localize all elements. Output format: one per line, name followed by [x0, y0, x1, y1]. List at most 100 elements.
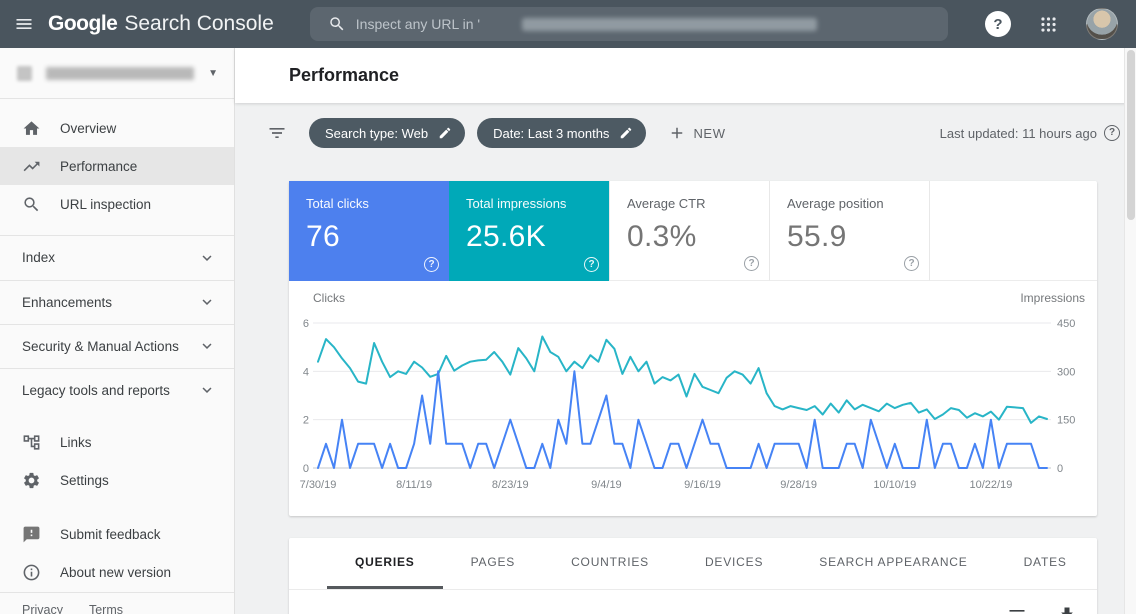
date-range-chip[interactable]: Date: Last 3 months: [477, 118, 646, 148]
page-title: Performance: [289, 65, 399, 86]
search-type-chip[interactable]: Search type: Web: [309, 118, 465, 148]
tab-dates[interactable]: DATES: [996, 538, 1095, 589]
app-header: Google Search Console ?: [0, 0, 1136, 48]
main-content: Performance Search type: Web Date: Last …: [235, 48, 1136, 614]
svg-text:0: 0: [1057, 463, 1063, 475]
section-label: Security & Manual Actions: [22, 339, 179, 354]
scrollbar[interactable]: [1124, 48, 1136, 614]
sidebar-section-security[interactable]: Security & Manual Actions: [0, 324, 234, 368]
sidebar-section-index[interactable]: Index: [0, 235, 234, 279]
report-content: Total clicks 76 ? Total impressions 25.6…: [235, 163, 1136, 614]
sidebar-item-label: Links: [60, 435, 92, 450]
property-selector[interactable]: ▼: [0, 48, 234, 99]
url-inspect-searchbox[interactable]: [310, 7, 948, 41]
sidebar-section-enhancements[interactable]: Enhancements: [0, 280, 234, 324]
section-label: Index: [22, 250, 55, 265]
help-circle-icon[interactable]: ?: [584, 257, 599, 272]
last-updated: Last updated: 11 hours ago ?: [940, 125, 1120, 141]
help-circle-icon[interactable]: ?: [904, 256, 919, 271]
svg-text:8/11/19: 8/11/19: [396, 479, 432, 491]
svg-text:Clicks: Clicks: [313, 291, 345, 305]
info-icon: [22, 563, 41, 582]
metric-label: Total impressions: [466, 196, 609, 211]
menu-icon[interactable]: [0, 0, 48, 48]
svg-text:300: 300: [1057, 366, 1075, 378]
filter-list-icon[interactable]: [267, 123, 287, 143]
search-icon: [328, 15, 346, 33]
page-titlebar: Performance: [235, 48, 1136, 103]
section-label: Enhancements: [22, 295, 112, 310]
last-updated-text: Last updated: 11 hours ago: [940, 126, 1097, 141]
new-filter-label: NEW: [693, 126, 725, 141]
sidebar-item-label: About new version: [60, 565, 171, 580]
metric-label: Average CTR: [627, 196, 769, 211]
metric-value: 76: [306, 220, 449, 254]
app-logo[interactable]: Google Search Console: [48, 12, 274, 36]
chevron-down-icon: ▼: [208, 68, 218, 79]
chevron-down-icon: [198, 249, 216, 267]
svg-text:450: 450: [1057, 318, 1075, 330]
sidebar-item-url-inspection[interactable]: URL inspection: [0, 185, 234, 223]
chevron-down-icon: [198, 337, 216, 355]
svg-text:9/16/19: 9/16/19: [684, 479, 721, 491]
property-favicon: [17, 66, 32, 81]
metric-card-total-impressions[interactable]: Total impressions 25.6K ?: [449, 181, 609, 281]
chevron-down-icon: [198, 381, 216, 399]
edit-pencil-icon: [619, 126, 633, 140]
sidebar-item-label: Overview: [60, 121, 116, 136]
sidebar-item-about-new-version[interactable]: About new version: [0, 554, 234, 592]
performance-chart-card: Total clicks 76 ? Total impressions 25.6…: [289, 181, 1097, 516]
metric-card-total-clicks[interactable]: Total clicks 76 ?: [289, 181, 449, 281]
sidebar-item-overview[interactable]: Overview: [0, 109, 234, 147]
privacy-link[interactable]: Privacy: [22, 603, 63, 614]
metric-row: Total clicks 76 ? Total impressions 25.6…: [289, 181, 1097, 281]
sidebar-footer: Privacy Terms: [0, 592, 234, 614]
apps-grid-icon[interactable]: [1039, 15, 1058, 34]
sidebar: ▼ Overview Performance URL inspection In…: [0, 48, 235, 614]
tab-countries[interactable]: COUNTRIES: [543, 538, 677, 589]
logo-product-text: Search Console: [124, 12, 273, 36]
svg-text:9/28/19: 9/28/19: [780, 479, 817, 491]
help-circle-icon[interactable]: ?: [1104, 125, 1120, 141]
new-filter-button[interactable]: NEW: [668, 124, 725, 142]
sidebar-item-submit-feedback[interactable]: Submit feedback: [0, 516, 234, 554]
metric-card-average-position[interactable]: Average position 55.9 ?: [769, 181, 929, 281]
performance-chart[interactable]: 00215043006450ClicksImpressions7/30/198/…: [289, 281, 1097, 516]
help-icon[interactable]: ?: [985, 11, 1011, 37]
terms-link[interactable]: Terms: [89, 603, 123, 614]
tab-devices[interactable]: DEVICES: [677, 538, 791, 589]
sidebar-item-label: Performance: [60, 159, 137, 174]
dimension-tabs: QUERIES PAGES COUNTRIES DEVICES SEARCH A…: [289, 538, 1097, 590]
download-icon[interactable]: [1057, 605, 1077, 614]
sidebar-item-links[interactable]: Links: [0, 424, 234, 462]
metric-card-average-ctr[interactable]: Average CTR 0.3% ?: [609, 181, 769, 281]
help-circle-icon[interactable]: ?: [424, 257, 439, 272]
tab-queries[interactable]: QUERIES: [327, 538, 443, 589]
search-input[interactable]: [356, 16, 526, 32]
help-circle-icon[interactable]: ?: [744, 256, 759, 271]
svg-text:6: 6: [303, 318, 309, 330]
chevron-down-icon: [198, 293, 216, 311]
table-filter-icon[interactable]: [1007, 605, 1027, 614]
sidebar-item-performance[interactable]: Performance: [0, 147, 234, 185]
metric-value: 0.3%: [627, 220, 769, 254]
links-icon: [22, 433, 41, 452]
metric-label: Total clicks: [306, 196, 449, 211]
svg-text:9/4/19: 9/4/19: [591, 479, 622, 491]
sidebar-item-settings[interactable]: Settings: [0, 462, 234, 500]
blurred-property-name: [46, 67, 194, 80]
metric-label: Average position: [787, 196, 929, 211]
section-label: Legacy tools and reports: [22, 383, 170, 398]
svg-text:4: 4: [303, 366, 309, 378]
avatar[interactable]: [1086, 8, 1118, 40]
logo-google-text: Google: [48, 12, 117, 36]
gear-icon: [22, 471, 41, 490]
home-icon: [22, 119, 41, 138]
sidebar-item-label: Settings: [60, 473, 109, 488]
dimension-table-card: QUERIES PAGES COUNTRIES DEVICES SEARCH A…: [289, 538, 1097, 614]
tab-pages[interactable]: PAGES: [443, 538, 543, 589]
sidebar-section-legacy-tools[interactable]: Legacy tools and reports: [0, 368, 234, 412]
tab-search-appearance[interactable]: SEARCH APPEARANCE: [791, 538, 995, 589]
filter-bar: Search type: Web Date: Last 3 months NEW…: [235, 103, 1136, 163]
scrollbar-thumb[interactable]: [1127, 50, 1135, 220]
